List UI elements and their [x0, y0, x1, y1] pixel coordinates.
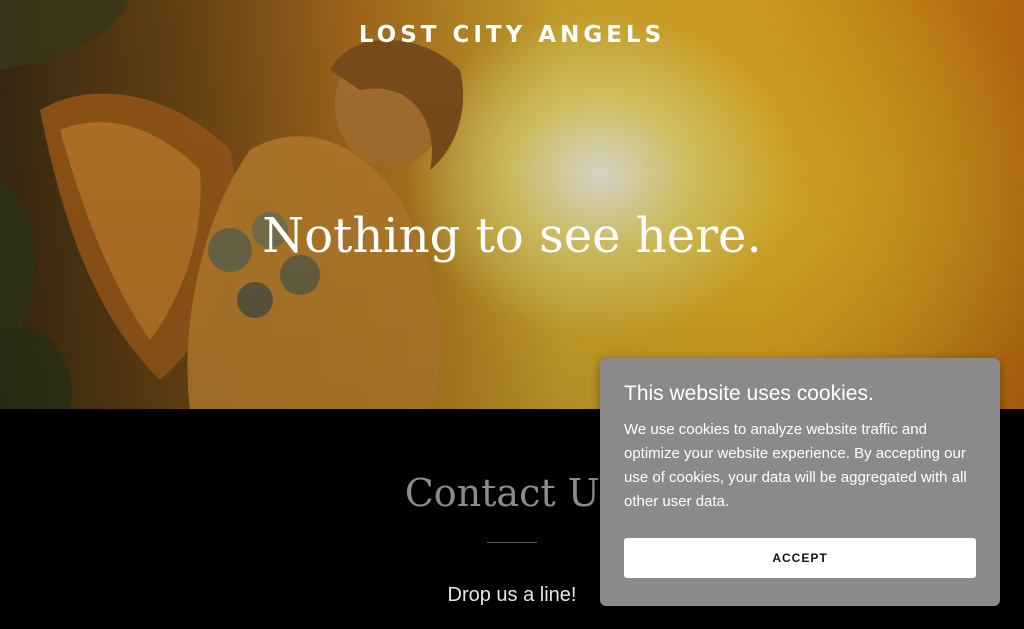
contact-divider — [487, 542, 537, 543]
hero-title: Nothing to see here. — [262, 208, 762, 264]
cookie-banner: This website uses cookies. We use cookie… — [600, 358, 1000, 606]
cookie-banner-title: This website uses cookies. — [624, 382, 874, 405]
accept-cookies-button[interactable]: ACCEPT — [624, 538, 976, 578]
hero-overlay — [0, 0, 1024, 409]
site-brand[interactable]: LOST CITY ANGELS — [0, 22, 1024, 48]
cookie-banner-text: We use cookies to analyze website traffi… — [624, 421, 967, 510]
hero-section: LOST CITY ANGELS Nothing to see here. — [0, 0, 1024, 409]
